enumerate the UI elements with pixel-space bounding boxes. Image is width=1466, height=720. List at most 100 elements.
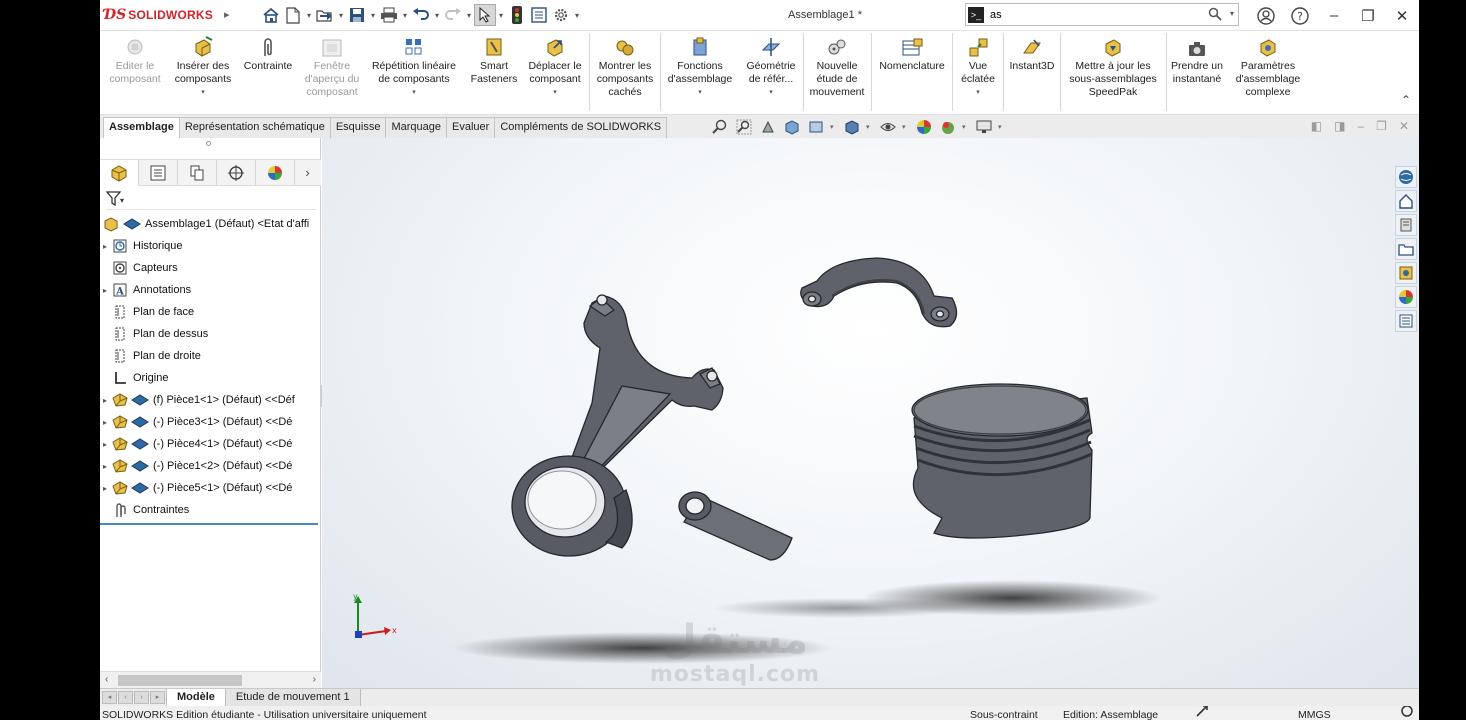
- tree-item-plan-de-droite[interactable]: Plan de droite: [100, 345, 320, 367]
- edit-component-button[interactable]: Editer le composant: [104, 36, 166, 86]
- tree-item-plan-de-dessus[interactable]: Plan de dessus: [100, 323, 320, 345]
- expand-arrow-icon[interactable]: ▸: [100, 396, 110, 405]
- linear-pattern-dropdown-icon[interactable]: ▾: [366, 88, 462, 97]
- zoom-to-fit-icon[interactable]: [710, 118, 730, 136]
- tree-item-annotations[interactable]: ▸ A Annotations: [100, 279, 320, 301]
- smart-fasteners-button[interactable]: Smart Fasteners: [466, 36, 522, 86]
- large-assembly-settings-button[interactable]: Paramètres d'assemblage complexe: [1228, 36, 1308, 99]
- undo-dropdown-icon[interactable]: ▾: [432, 11, 442, 20]
- configurationmanager-tab-icon[interactable]: [178, 160, 217, 186]
- viewport-restore-icon[interactable]: ❐: [1376, 119, 1387, 133]
- expand-arrow-icon[interactable]: ▸: [100, 418, 110, 427]
- tree-item-part[interactable]: ▸ (-) Pièce4<1> (Défaut) <<Dé: [100, 433, 320, 455]
- tree-item-part[interactable]: ▸ (-) Pièce1<2> (Défaut) <<Dé: [100, 455, 320, 477]
- insert-components-button[interactable]: Insérer des composants ▾: [168, 36, 238, 97]
- piston-part[interactable]: [911, 383, 1093, 539]
- redo-icon[interactable]: [442, 4, 464, 26]
- custom-properties-icon[interactable]: [1395, 310, 1417, 332]
- solidworks-logo[interactable]: ƊS SOLIDWORKS: [104, 6, 213, 24]
- show-hidden-components-button[interactable]: Montrer les composants cachés: [592, 36, 658, 99]
- options-dropdown-icon[interactable]: ▾: [572, 11, 582, 20]
- apply-scene-dropdown-icon[interactable]: ▾: [962, 123, 970, 131]
- user-account-icon[interactable]: [1249, 0, 1283, 31]
- tab-motion-study[interactable]: Etude de mouvement 1: [224, 689, 361, 707]
- panel-split-handle[interactable]: [206, 141, 211, 146]
- collapse-ribbon-chevron-up-icon[interactable]: ⌃: [1401, 93, 1411, 107]
- status-options-icon[interactable]: [1400, 706, 1414, 720]
- reference-geometry-dropdown-icon[interactable]: ▾: [740, 88, 802, 97]
- take-snapshot-button[interactable]: Prendre un instantané: [1169, 36, 1225, 86]
- tree-item-part[interactable]: ▸ (-) Pièce5<1> (Défaut) <<Dé: [100, 477, 320, 499]
- wrist-pin-part[interactable]: [678, 491, 793, 561]
- save-dropdown-icon[interactable]: ▾: [368, 11, 378, 20]
- tree-item-historique[interactable]: ▸ Historique: [100, 235, 320, 257]
- tree-item-plan-de-face[interactable]: Plan de face: [100, 301, 320, 323]
- apply-scene-icon[interactable]: [938, 118, 958, 136]
- search-input[interactable]: [990, 7, 1200, 23]
- tab-assembly[interactable]: Assemblage: [103, 117, 180, 138]
- search-icon[interactable]: [1208, 7, 1222, 24]
- filter-icon[interactable]: ▾: [105, 191, 124, 210]
- close-icon[interactable]: ✕: [1385, 0, 1419, 31]
- print-icon[interactable]: [378, 4, 400, 26]
- file-explorer-icon[interactable]: [1395, 214, 1417, 236]
- view-settings-dropdown-icon[interactable]: ▾: [998, 123, 1006, 131]
- search-dropdown-icon[interactable]: ▾: [1230, 9, 1234, 18]
- appearances-color-icon[interactable]: [1395, 286, 1417, 308]
- expand-arrow-icon[interactable]: ▸: [100, 440, 110, 449]
- section-view-icon[interactable]: [782, 118, 802, 136]
- new-dropdown-icon[interactable]: ▾: [304, 11, 314, 20]
- view-orientation-dropdown-icon[interactable]: ▾: [830, 123, 838, 131]
- tree-filter[interactable]: ▾: [105, 190, 316, 210]
- component-preview-button[interactable]: Fenêtre d'aperçu du composant: [298, 36, 366, 99]
- mate-button[interactable]: Contrainte: [239, 36, 297, 73]
- linear-pattern-button[interactable]: Répétition linéaire de composants ▾: [366, 36, 462, 97]
- expand-arrow-icon[interactable]: ▸: [100, 462, 110, 471]
- graphics-viewport[interactable]: y x مستقل mostaql.com: [322, 138, 1419, 688]
- zoom-to-area-icon[interactable]: [734, 118, 754, 136]
- select-cursor-icon[interactable]: [474, 4, 496, 26]
- scroll-thumb[interactable]: [118, 675, 242, 686]
- tab-schematic-representation[interactable]: Représentation schématique: [178, 117, 331, 138]
- tree-rollback-bar[interactable]: [100, 523, 318, 525]
- assembly-features-dropdown-icon[interactable]: ▾: [663, 88, 737, 97]
- previous-view-icon[interactable]: [758, 118, 778, 136]
- view-settings-icon[interactable]: [974, 118, 994, 136]
- rebuild-status-icon[interactable]: [1195, 706, 1209, 720]
- file-properties-icon[interactable]: [528, 4, 550, 26]
- edit-appearance-icon[interactable]: [914, 118, 934, 136]
- tile-left-icon[interactable]: ◧: [1311, 119, 1322, 133]
- exploded-view-button[interactable]: Vue éclatée ▾: [955, 36, 1001, 97]
- solidworks-resources-globe-icon[interactable]: [1395, 166, 1417, 188]
- redo-dropdown-icon[interactable]: ▾: [464, 11, 474, 20]
- tree-item-part[interactable]: ▸ (f) Pièce1<1> (Défaut) <<Déf: [100, 389, 320, 411]
- last-tab-icon[interactable]: ▸: [150, 691, 165, 704]
- save-icon[interactable]: [346, 4, 368, 26]
- exploded-view-dropdown-icon[interactable]: ▾: [955, 88, 1001, 97]
- status-units[interactable]: MMGS: [1298, 706, 1331, 720]
- tree-item-origine[interactable]: Origine: [100, 367, 320, 389]
- tile-right-icon[interactable]: ◨: [1334, 119, 1345, 133]
- featuremanager-tab-icon[interactable]: [100, 160, 139, 186]
- command-search-box[interactable]: >_ ▾: [965, 3, 1239, 26]
- bom-button[interactable]: Nomenclature: [874, 36, 950, 73]
- dynamic-annotation-icon[interactable]: [806, 118, 826, 136]
- tab-sketch[interactable]: Esquisse: [329, 117, 387, 138]
- move-component-dropdown-icon[interactable]: ▾: [523, 88, 587, 97]
- scroll-right-icon[interactable]: ›: [313, 674, 316, 685]
- next-tab-icon[interactable]: ›: [134, 691, 149, 704]
- open-folder-icon[interactable]: [314, 4, 336, 26]
- update-speedpak-button[interactable]: Mettre à jour les sous-assemblages Speed…: [1063, 36, 1163, 99]
- select-dropdown-icon[interactable]: ▾: [496, 11, 506, 20]
- new-document-icon[interactable]: [282, 4, 304, 26]
- tab-markup[interactable]: Marquage: [385, 117, 448, 138]
- dimxpert-tab-icon[interactable]: [217, 160, 256, 186]
- viewport-close-icon[interactable]: ✕: [1399, 119, 1409, 133]
- tree-item-mates[interactable]: Contraintes: [100, 499, 320, 521]
- home-icon[interactable]: [260, 4, 282, 26]
- more-tabs-chevron-right-icon[interactable]: ›: [295, 160, 320, 185]
- expand-arrow-icon[interactable]: ▸: [100, 286, 110, 295]
- help-icon[interactable]: ?: [1283, 0, 1317, 31]
- prev-tab-icon[interactable]: ‹: [118, 691, 133, 704]
- restore-icon[interactable]: ❐: [1351, 0, 1385, 31]
